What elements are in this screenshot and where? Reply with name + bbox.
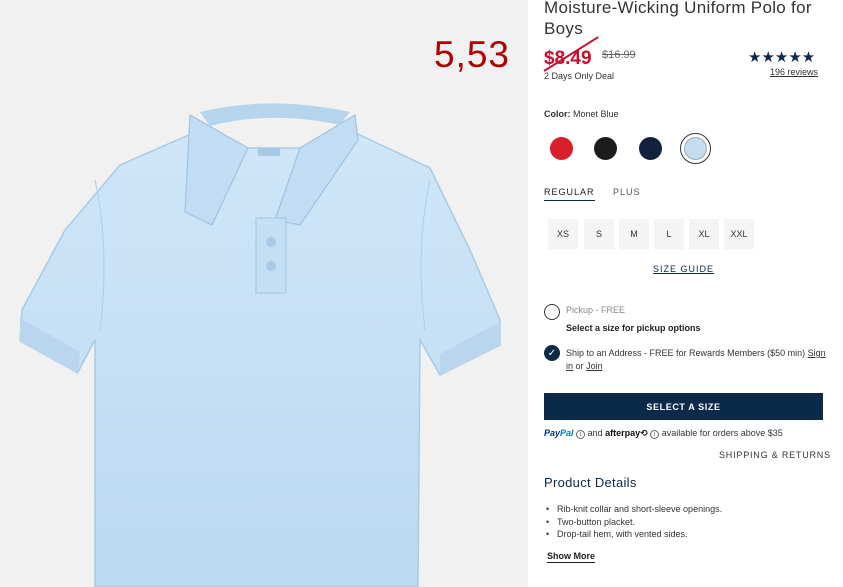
join-link[interactable]: Join — [586, 361, 603, 371]
afterpay-logo: afterpay⟲ — [605, 428, 648, 438]
payment-and: and — [587, 428, 603, 438]
payment-row: PayPal i and afterpay⟲ i available for o… — [544, 428, 783, 439]
select-size-button[interactable]: SELECT A SIZE — [544, 393, 823, 420]
price-row: $8.49 $16.99 — [543, 36, 636, 72]
paypal-info-icon[interactable]: i — [576, 430, 586, 439]
product-details-list: Rib-knit collar and short-sleeve opening… — [546, 503, 722, 541]
show-more-button[interactable]: Show More — [547, 551, 596, 563]
original-price: $16.99 — [602, 49, 636, 61]
swatch-red[interactable] — [550, 137, 573, 160]
product-image: 5,53 — [0, 0, 528, 587]
color-selected-name: Monet Blue — [573, 109, 619, 119]
afterpay-text: afterpay — [605, 428, 641, 438]
size-button-m[interactable]: M — [619, 219, 649, 249]
paypal-a: Pay — [544, 428, 561, 438]
ship-text: Ship to an Address - FREE for Rewards Me… — [566, 348, 806, 358]
polo-shirt-illustration — [19, 103, 501, 587]
size-button-xl[interactable]: XL — [689, 219, 719, 249]
list-item: Two-button placket. — [546, 516, 722, 529]
size-button-l[interactable]: L — [654, 219, 684, 249]
color-label: Color: Monet Blue — [544, 109, 619, 119]
product-title: Moisture-Wicking Uniform Polo for Boys — [544, 0, 812, 38]
ship-radio-checked-icon[interactable]: ✓ — [544, 345, 560, 361]
reviews-link[interactable]: 196 reviews — [770, 67, 818, 77]
size-button-s[interactable]: S — [584, 219, 614, 249]
paypal-logo: PayPal — [544, 428, 574, 438]
afterpay-info-icon[interactable]: i — [650, 430, 660, 439]
pickup-label: Pickup - FREE — [566, 305, 626, 315]
list-item: Rib-knit collar and short-sleeve opening… — [546, 503, 722, 516]
size-button-xxl[interactable]: XXL — [724, 219, 754, 249]
payment-note: available for orders above $35 — [661, 428, 783, 438]
pickup-note: Select a size for pickup options — [566, 323, 701, 333]
deal-text: 2 Days Only Deal — [544, 71, 615, 81]
swatch-monet-blue[interactable] — [684, 137, 707, 160]
list-item: Drop-tail hem, with vented sides. — [546, 528, 722, 541]
ship-label: Ship to an Address - FREE for Rewards Me… — [566, 347, 826, 373]
paypal-b: Pal — [560, 428, 574, 438]
ship-or: or — [575, 361, 584, 371]
size-button-xs[interactable]: XS — [548, 219, 578, 249]
swatch-navy[interactable] — [639, 137, 662, 160]
overlay-price: 5,53 — [434, 34, 511, 75]
pickup-radio[interactable] — [544, 304, 560, 320]
color-label-prefix: Color: — [544, 109, 571, 119]
tab-regular[interactable]: REGULAR — [544, 187, 595, 201]
rating-stars-icon[interactable]: ★★★★★ — [748, 48, 815, 66]
tab-plus[interactable]: PLUS — [613, 187, 641, 197]
product-details-title: Product Details — [544, 475, 637, 490]
shipping-returns-link[interactable]: SHIPPING & RETURNS — [719, 450, 831, 460]
afterpay-glyph-icon: ⟲ — [640, 428, 648, 438]
swatch-black[interactable] — [594, 137, 617, 160]
sale-price: $8.49 — [543, 36, 599, 72]
size-guide-link[interactable]: SIZE GUIDE — [653, 264, 714, 274]
